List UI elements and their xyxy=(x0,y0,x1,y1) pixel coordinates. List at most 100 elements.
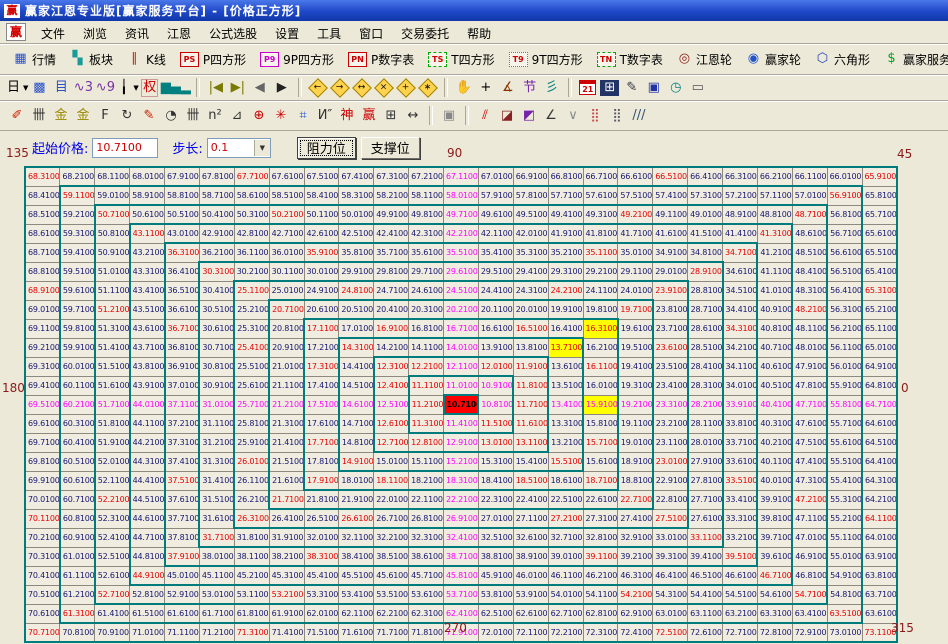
toolbar-button-sectors[interactable]: ▚板块 xyxy=(63,49,120,70)
start-price-input[interactable]: 10.7100 xyxy=(92,138,158,158)
toolbar-button-9t-square[interactable]: T99T四方形 xyxy=(502,49,590,70)
price-cell: 24.0100 xyxy=(618,281,653,300)
spiral-button[interactable]: ↻ xyxy=(116,105,138,126)
toolbar-button-p-number-table[interactable]: PNP数字表 xyxy=(341,49,421,70)
resistance-button[interactable]: 阻力位 xyxy=(297,137,356,159)
toolbar-button-t-number-table[interactable]: TNT数字表 xyxy=(590,49,670,70)
dot-grid-arrow-button[interactable]: ⣿ xyxy=(606,105,628,126)
support-button[interactable]: 支撑位 xyxy=(361,137,420,159)
info-list-button[interactable]: 目 xyxy=(50,77,72,98)
slant-lines-button[interactable]: /// xyxy=(628,105,650,126)
toolbar-button-market-quotes[interactable]: ▦行情 xyxy=(6,49,63,70)
save-disk-button[interactable]: ▣ xyxy=(643,77,665,98)
set-square-button[interactable]: ⊿ xyxy=(226,105,248,126)
wave-9-button[interactable]: ∿9 xyxy=(94,77,116,98)
red-brush-button[interactable]: ✐ xyxy=(6,105,28,126)
toolbar-button-hexagon[interactable]: ⬡六角形 xyxy=(808,49,877,70)
dropdown-arrow-icon[interactable]: ▼ xyxy=(254,140,270,156)
period-selector-button[interactable]: 日▼ xyxy=(6,77,28,98)
crosshair-button[interactable]: + xyxy=(475,77,497,98)
nav-first-button[interactable]: |◀ xyxy=(205,77,227,98)
toolbar-separator xyxy=(465,106,469,125)
price-cell: 65.5100 xyxy=(862,243,897,262)
shen-grid-button[interactable]: 神 xyxy=(336,105,358,126)
dot-grid-button[interactable]: ⣿ xyxy=(584,105,606,126)
candle-period-button[interactable]: ╽▼ xyxy=(116,77,138,98)
menu-item-news[interactable]: 资讯 xyxy=(116,25,158,43)
toolbar-button-winner-wheel[interactable]: ◉赢家轮 xyxy=(739,49,808,70)
bamboo-tool-button[interactable]: 节 xyxy=(519,77,541,98)
menu-item-trade-order[interactable]: 交易委托 xyxy=(392,25,458,43)
price-cell: 24.4100 xyxy=(478,281,513,300)
menu-item-settings[interactable]: 设置 xyxy=(266,25,308,43)
price-cell: 59.2100 xyxy=(60,205,95,224)
fan-box2-button[interactable]: ◩ xyxy=(518,105,540,126)
menu-item-tools[interactable]: 工具 xyxy=(308,25,350,43)
step-select[interactable]: 0.1 ▼ xyxy=(207,138,271,158)
number-grid-button[interactable]: ⊞ xyxy=(380,105,402,126)
diamond-plus-button[interactable]: + xyxy=(395,77,417,98)
price-cell: 47.6100 xyxy=(792,414,827,433)
chart-window-button[interactable]: ▩ xyxy=(28,77,50,98)
wave-mark-button[interactable]: И″ xyxy=(314,105,336,126)
ruler-ticks-button[interactable]: 卌 xyxy=(28,105,50,126)
toolbar-button-9p-square[interactable]: P99P四方形 xyxy=(253,49,341,70)
fan-box-button[interactable]: ◪ xyxy=(496,105,518,126)
nav-prev-button[interactable]: ◀ xyxy=(249,77,271,98)
wave-3-button[interactable]: ∿3 xyxy=(72,77,94,98)
diamond-left-button[interactable]: ← xyxy=(307,77,329,98)
fuquan-button[interactable]: 权 xyxy=(139,77,161,98)
nav-last-button[interactable]: ▶| xyxy=(227,77,249,98)
fan-lines-button[interactable]: ⫽ xyxy=(474,105,496,126)
calendar-button[interactable]: 21 xyxy=(577,77,599,98)
calculator-button[interactable]: ⊞ xyxy=(599,77,621,98)
red-pencil-grid-button[interactable]: ✎ xyxy=(138,105,160,126)
compass-cross-button[interactable]: ⊕ xyxy=(248,105,270,126)
price-cell: 15.2100 xyxy=(444,452,479,471)
price-cell: 15.7100 xyxy=(583,433,618,452)
f-grid-button[interactable]: F xyxy=(94,105,116,126)
diamond-star-button[interactable]: ∗ xyxy=(417,77,439,98)
gold-grid-button[interactable]: 金 xyxy=(50,105,72,126)
menu-item-formula-stock-pick[interactable]: 公式选股 xyxy=(200,25,266,43)
menu-item-file[interactable]: 文件 xyxy=(32,25,74,43)
diamond-hmove-button[interactable]: ↔ xyxy=(351,77,373,98)
toolbar-button-kline[interactable]: ∥K线 xyxy=(120,49,173,70)
price-cell: 50.7100 xyxy=(95,205,130,224)
nav-next-button[interactable]: ▶ xyxy=(271,77,293,98)
toolbar-button-t-square[interactable]: TST四方形 xyxy=(421,49,501,70)
zigzag-button[interactable]: ∨ xyxy=(562,105,584,126)
notepad-button[interactable]: ✎ xyxy=(621,77,643,98)
volume-chart-button[interactable]: ▆▄▂ xyxy=(161,77,191,98)
diamond-right-button[interactable]: → xyxy=(329,77,351,98)
menu-item-window[interactable]: 窗口 xyxy=(350,25,392,43)
ruler-ticks2-button[interactable]: 卌 xyxy=(182,105,204,126)
wave-tool-button[interactable]: 彡 xyxy=(541,77,563,98)
box-frame-button[interactable]: ▣ xyxy=(438,105,460,126)
price-cell: 15.9100 xyxy=(583,395,618,414)
menu-item-help[interactable]: 帮助 xyxy=(458,25,500,43)
ying-grid-button[interactable]: 赢 xyxy=(358,105,380,126)
n-squared-button[interactable]: n² xyxy=(204,105,226,126)
price-cell: 22.7100 xyxy=(618,490,653,509)
angle-tool-button[interactable]: ∡ xyxy=(497,77,519,98)
menu-item-browse[interactable]: 浏览 xyxy=(74,25,116,43)
toolbar-button-winner-service[interactable]: $赢家服务 xyxy=(877,49,948,70)
hand-tool-button[interactable]: ✋ xyxy=(453,77,475,98)
time-circle-button[interactable]: ◔ xyxy=(160,105,182,126)
price-cell: 13.3100 xyxy=(548,414,583,433)
angle-rays-button[interactable]: ∠ xyxy=(540,105,562,126)
workstation-button[interactable]: ▭ xyxy=(687,77,709,98)
diamond-cross-button[interactable]: × xyxy=(373,77,395,98)
gold-grid2-button[interactable]: 金 xyxy=(72,105,94,126)
app-logo-icon: 赢 xyxy=(4,4,20,18)
web-grid-button[interactable]: ⌗ xyxy=(292,105,314,126)
starburst-button[interactable]: ✳ xyxy=(270,105,292,126)
schedule-button[interactable]: ◷ xyxy=(665,77,687,98)
width-arrows-button[interactable]: ↔ xyxy=(402,105,424,126)
toolbar-button-gann-wheel[interactable]: ◎江恩轮 xyxy=(670,49,739,70)
price-cell: 13.2100 xyxy=(548,433,583,452)
toolbar-button-p-square[interactable]: PSP四方形 xyxy=(173,49,253,70)
menu-item-gann[interactable]: 江恩 xyxy=(158,25,200,43)
price-cell: 55.3100 xyxy=(827,490,862,509)
